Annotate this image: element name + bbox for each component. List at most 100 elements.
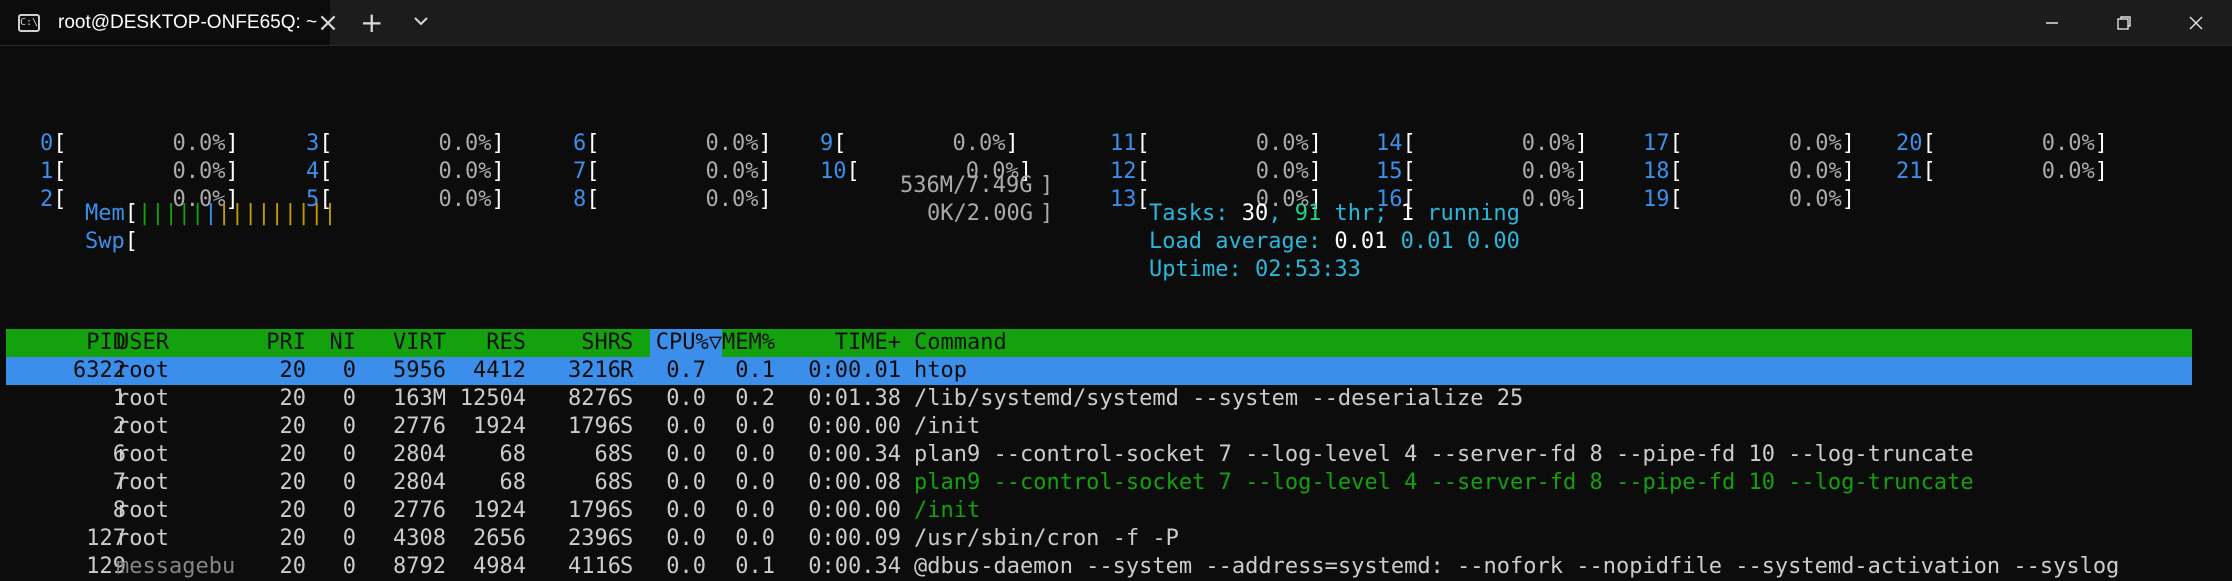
- cpu-id: 17: [1643, 131, 1670, 156]
- cell-virt: 2776: [393, 414, 446, 439]
- cpu-percent: 0.0%: [438, 159, 492, 184]
- cell-pid: 6: [112, 442, 126, 467]
- cell-time: 0:01.38: [808, 386, 901, 411]
- swap-value: 0K/2.00G: [927, 201, 1033, 226]
- cell-shr: 4116: [568, 554, 621, 579]
- cpu-id: 9: [820, 131, 834, 156]
- cell-s: S: [620, 498, 634, 523]
- cpu-id: 19: [1643, 187, 1670, 212]
- cpu-id: 11: [1110, 131, 1137, 156]
- table-row[interactable]: 129 messagebu 20 0 8792 4984 4116 S 0.0 0.1 0:00.3…: [6, 553, 2192, 581]
- cell-shr: 1796: [568, 498, 621, 523]
- cpu-percent: 0.0%: [952, 131, 1006, 156]
- cell-res: 68: [499, 442, 527, 467]
- cell-cpu: 0.0: [666, 414, 706, 439]
- cell-virt: 4308: [393, 526, 446, 551]
- cpu-id: 21: [1896, 159, 1923, 184]
- close-tab-icon[interactable]: ×: [317, 8, 339, 38]
- cpu-meter: 8[ 0.0%]: [573, 187, 772, 212]
- cpu-meter: 6[ 0.0%]: [573, 131, 772, 156]
- cell-pri: 20: [279, 414, 307, 439]
- column-header-pid[interactable]: PID: [6, 329, 126, 357]
- cell-mem: 0.2: [735, 386, 775, 411]
- table-row[interactable]: 6 root 20 0 2804 68 68 S 0.0 0.0 0:00.34 plan9 --co…: [6, 441, 2192, 469]
- cpu-id: 6: [573, 131, 587, 156]
- cell-cpu: 0.0: [666, 554, 706, 579]
- cell-shr: 2396: [568, 526, 621, 551]
- cell-pri: 20: [279, 442, 307, 467]
- cell-pri: 20: [279, 498, 307, 523]
- cpu-percent: 0.0%: [438, 131, 492, 156]
- cell-pri: 20: [279, 526, 307, 551]
- cpu-meter: 17[ 0.0%]: [1643, 131, 1855, 156]
- cell-mem: 0.0: [735, 526, 775, 551]
- close-window-button[interactable]: [2160, 0, 2232, 45]
- column-header-pri[interactable]: PRI: [226, 329, 306, 357]
- cell-cmd: /usr/sbin/cron -f -P: [914, 526, 1179, 551]
- cell-virt: 163M: [393, 386, 446, 411]
- cell-time: 0:00.34: [808, 554, 901, 579]
- cpu-percent: 0.0%: [2041, 159, 2095, 184]
- cell-cpu: 0.0: [666, 526, 706, 551]
- new-tab-button[interactable]: +: [360, 6, 383, 39]
- cpu-meter: 19[ 0.0%]: [1643, 187, 1855, 212]
- cell-time: 0:00.00: [808, 498, 901, 523]
- table-row[interactable]: 8 root 20 0 2776 1924 1796 S 0.0 0.0 0:00.00/init: [6, 497, 2192, 525]
- chevron-down-icon[interactable]: [413, 16, 429, 30]
- tasks-info: Tasks: 30, 91 thr; 1 running: [1148, 201, 1520, 226]
- cell-ni: 0: [342, 498, 356, 523]
- cpu-meter: 18[ 0.0%]: [1643, 159, 1855, 184]
- cpu-percent: 0.0%: [2041, 131, 2095, 156]
- cpu-percent: 0.0%: [1788, 187, 1842, 212]
- table-row[interactable]: 1 root 20 0 163M 12504 8276 S 0.0 0.2 0:01.38/lib/…: [6, 385, 2192, 413]
- cpu-meter: 21[ 0.0%]: [1896, 159, 2108, 184]
- restore-button[interactable]: [2088, 0, 2160, 45]
- column-header-shr[interactable]: SHR: [526, 329, 621, 357]
- table-row[interactable]: 2 root 20 0 2776 1924 1796 S 0.0 0.0 0:00.00/init: [6, 413, 2192, 441]
- minimize-button[interactable]: [2016, 0, 2088, 45]
- cell-pid: 6322: [73, 358, 126, 383]
- column-header-mem[interactable]: MEM%: [711, 329, 775, 357]
- cpu-id: 18: [1643, 159, 1670, 184]
- column-header-cmd[interactable]: Command: [914, 329, 2194, 357]
- table-row[interactable]: 7 root 20 0 2804 68 68 S 0.0 0.0 0:00.08 plan9 --co…: [6, 469, 2192, 497]
- cell-cmd: /init: [914, 498, 981, 523]
- cpu-meter: 11[ 0.0%]: [1110, 131, 1322, 156]
- column-header-res[interactable]: RES: [446, 329, 526, 357]
- cell-virt: 2804: [393, 470, 446, 495]
- column-header-s[interactable]: S: [620, 329, 640, 357]
- cell-pid: 129: [86, 554, 126, 579]
- cpu-meter: 9[ 0.0%]: [820, 131, 1019, 156]
- table-row[interactable]: 127 root 20 0 4308 2656 2396 S 0.0 0.0 0:00.09/usr…: [6, 525, 2192, 553]
- terminal-tab[interactable]: C:\ root@DESKTOP-ONFE65Q: ~ ×: [0, 0, 339, 45]
- cell-pri: 20: [279, 554, 307, 579]
- cpu-meter: 7[ 0.0%]: [573, 159, 772, 184]
- cpu-percent: 0.0%: [172, 131, 226, 156]
- cpu-id: 3: [306, 131, 320, 156]
- cpu-meter: 20[ 0.0%]: [1896, 131, 2108, 156]
- column-header-time[interactable]: TIME+: [776, 329, 901, 357]
- cell-pid: 2: [112, 414, 126, 439]
- cell-s: S: [620, 526, 634, 551]
- cell-cmd: /lib/systemd/systemd --system --deserial…: [914, 386, 1524, 411]
- cell-ni: 0: [342, 470, 356, 495]
- cell-shr: 68: [594, 442, 622, 467]
- cell-res: 4984: [473, 554, 526, 579]
- cell-s: S: [620, 386, 634, 411]
- cpu-percent: 0.0%: [1788, 131, 1842, 156]
- cpu-id: 10: [820, 159, 847, 184]
- column-header-ni[interactable]: NI: [306, 329, 357, 357]
- cell-mem: 0.0: [735, 414, 775, 439]
- cpu-id: 0: [40, 131, 54, 156]
- cell-time: 0:00.00: [808, 414, 901, 439]
- cell-s: S: [620, 554, 634, 579]
- cpu-percent: 0.0%: [1521, 159, 1575, 184]
- cell-cpu: 0.0: [666, 442, 706, 467]
- cpu-percent: 0.0%: [438, 187, 492, 212]
- cell-res: 12504: [459, 386, 526, 411]
- cpu-meter: 0[ 0.0%]: [40, 131, 239, 156]
- cell-mem: 0.0: [735, 442, 775, 467]
- table-row[interactable]: 6322 root 20 0 5956 4412 3216 R 0.7 0.1 0:00.01 hto…: [6, 357, 2192, 385]
- cell-cpu: 0.0: [666, 498, 706, 523]
- column-header-virt[interactable]: VIRT: [356, 329, 446, 357]
